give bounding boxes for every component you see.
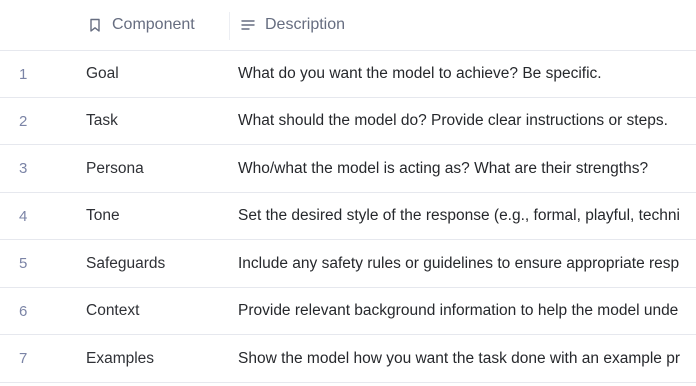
- row-number: 5: [19, 255, 28, 272]
- table-row[interactable]: 4 Tone Set the desired style of the resp…: [0, 193, 696, 240]
- bookmark-icon: [87, 17, 103, 33]
- component-cell: Goal: [86, 65, 119, 82]
- table-row[interactable]: 3 Persona Who/what the model is acting a…: [0, 145, 696, 193]
- row-number: 4: [19, 207, 28, 225]
- row-number: 7: [19, 350, 28, 367]
- column-header-description-label: Description: [265, 16, 346, 33]
- component-cell: Persona: [86, 159, 144, 177]
- row-number: 3: [19, 160, 28, 177]
- description-cell: Provide relevant background information …: [238, 302, 679, 319]
- description-cell: Who/what the model is acting as? What ar…: [238, 159, 649, 177]
- column-divider: [229, 12, 230, 40]
- column-header-component[interactable]: Component: [87, 0, 195, 50]
- components-table: Component Description 1 Goal What do you…: [0, 0, 696, 386]
- column-header-component-label: Component: [112, 16, 195, 33]
- component-cell: Tone: [86, 207, 120, 224]
- component-cell: Task: [86, 112, 118, 129]
- component-cell: Safeguards: [86, 254, 166, 272]
- row-number: 2: [19, 112, 28, 130]
- column-header-description[interactable]: Description: [240, 0, 345, 50]
- description-cell: What do you want the model to achieve? B…: [238, 65, 602, 82]
- table-header: Component Description: [0, 0, 696, 51]
- text-lines-icon: [240, 17, 256, 33]
- table-row[interactable]: 7 Examples Show the model how you want t…: [0, 335, 696, 383]
- component-cell: Examples: [86, 349, 155, 367]
- table-row[interactable]: 1 Goal What do you want the model to ach…: [0, 51, 696, 98]
- component-cell: Context: [86, 302, 140, 319]
- row-number: 6: [19, 302, 28, 320]
- table-row[interactable]: 2 Task What should the model do? Provide…: [0, 98, 696, 145]
- row-number: 1: [19, 65, 28, 83]
- description-cell: Include any safety rules or guidelines t…: [238, 254, 680, 272]
- table-row[interactable]: 6 Context Provide relevant background in…: [0, 288, 696, 335]
- description-cell: Set the desired style of the response (e…: [238, 207, 680, 224]
- table-row[interactable]: 5 Safeguards Include any safety rules or…: [0, 240, 696, 288]
- description-cell: What should the model do? Provide clear …: [238, 112, 668, 129]
- description-cell: Show the model how you want the task don…: [238, 349, 681, 367]
